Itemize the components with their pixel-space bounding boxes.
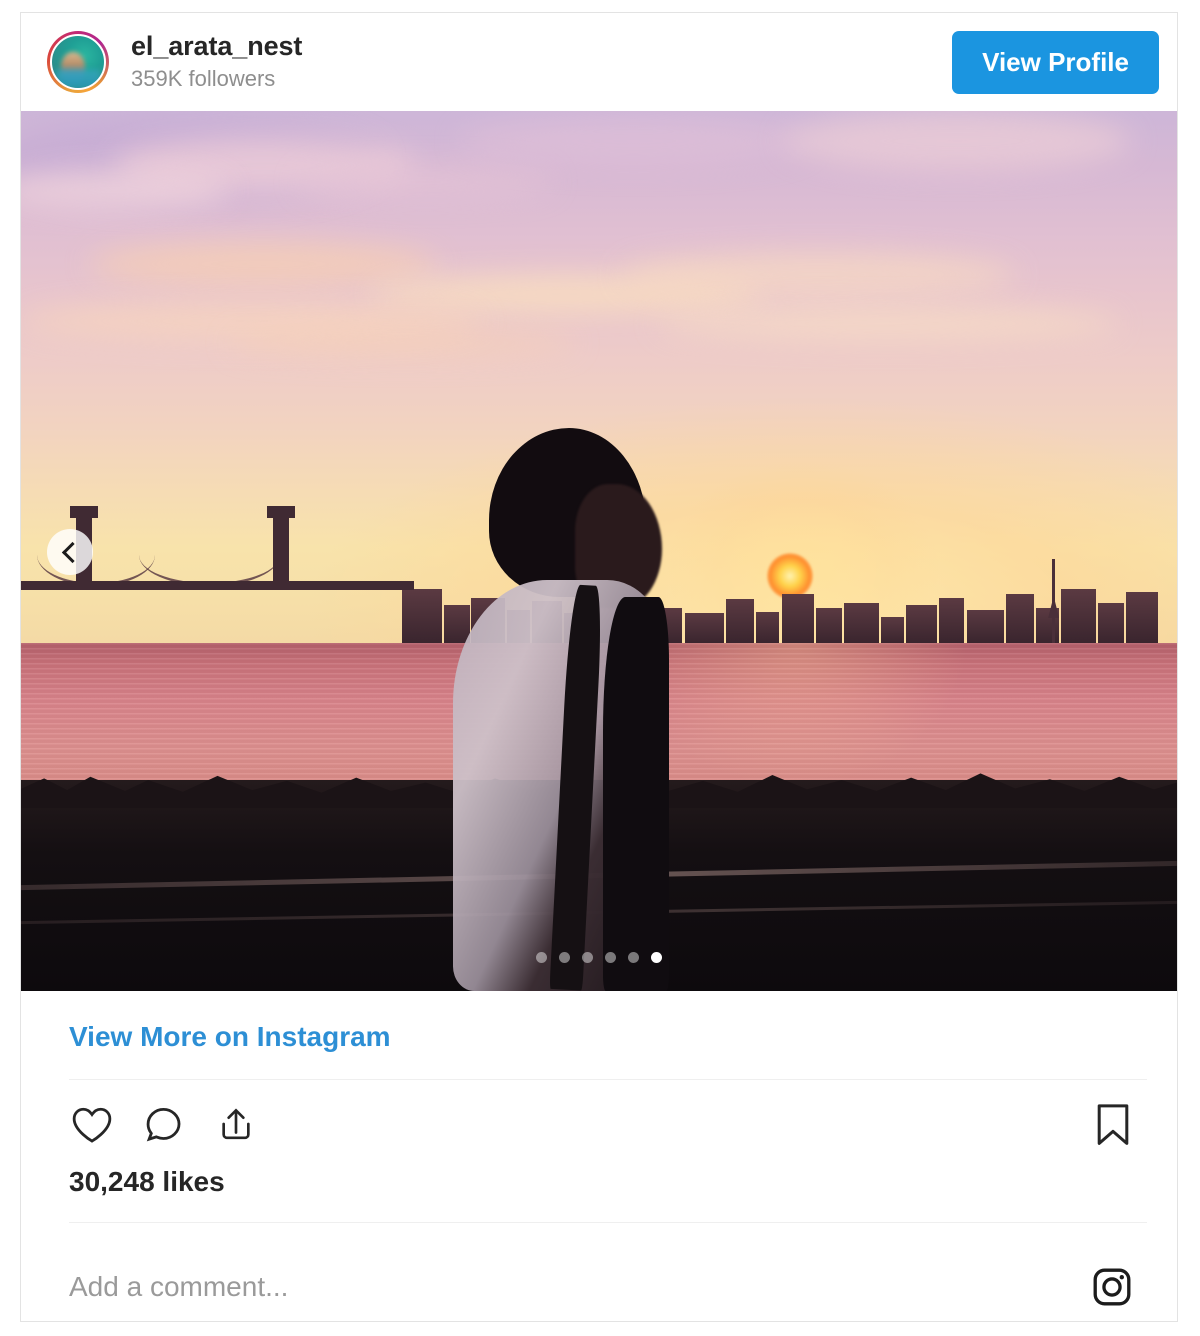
carousel-dot[interactable] (536, 952, 547, 963)
comment-input[interactable] (69, 1271, 1091, 1303)
post-photo (21, 111, 1177, 991)
instagram-logo-icon[interactable] (1091, 1266, 1133, 1308)
account-name[interactable]: el_arata_nest (131, 31, 952, 63)
carousel-dot[interactable] (605, 952, 616, 963)
person-silhouette (443, 427, 697, 991)
view-profile-button[interactable]: View Profile (952, 30, 1159, 94)
comment-row (69, 1222, 1147, 1321)
view-more-link[interactable]: View More on Instagram (51, 991, 1147, 1079)
instagram-embed-card: el_arata_nest 359K followers View Profil… (20, 12, 1178, 1322)
post-footer: View More on Instagram 30,248 likes Add … (21, 991, 1177, 1321)
heart-icon[interactable] (69, 1102, 115, 1148)
carousel-indicator (21, 952, 1177, 963)
carousel-dot[interactable] (628, 952, 639, 963)
carousel-dot[interactable] (559, 952, 570, 963)
followers-count: 359K followers (131, 65, 276, 91)
bookmark-icon[interactable] (1095, 1102, 1131, 1148)
likes-count: 30,248 likes (69, 1166, 225, 1197)
account-info: el_arata_nest 359K followers (131, 31, 952, 93)
carousel-prev-button[interactable] (47, 529, 93, 575)
carousel-dot-active[interactable] (651, 952, 662, 963)
avatar-image (50, 34, 106, 90)
comment-bubble-icon[interactable] (141, 1102, 187, 1148)
action-bar (51, 1080, 1147, 1158)
share-arrow-icon[interactable] (213, 1102, 259, 1148)
post-header: el_arata_nest 359K followers View Profil… (21, 13, 1177, 111)
carousel-dot[interactable] (582, 952, 593, 963)
tokyo-tower (1052, 558, 1056, 644)
chevron-left-icon (61, 541, 83, 563)
post-media[interactable] (21, 111, 1177, 991)
avatar[interactable] (47, 31, 109, 93)
